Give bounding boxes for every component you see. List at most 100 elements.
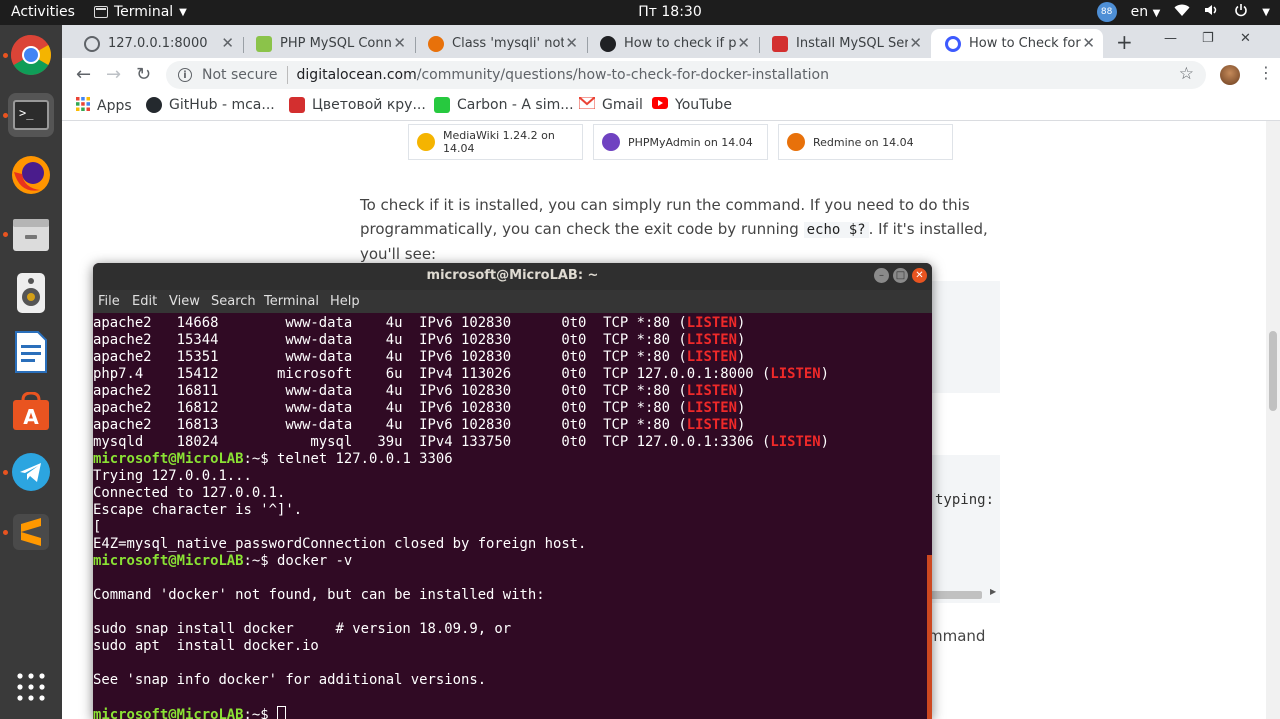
star-icon[interactable]: ☆ (1179, 64, 1194, 84)
software-icon[interactable]: A (9, 390, 53, 434)
terminal-menubar: File Edit View Search Terminal Help (93, 290, 932, 313)
files-icon[interactable] (9, 212, 53, 256)
chrome-icon[interactable] (9, 33, 53, 77)
wifi-icon[interactable] (1174, 3, 1190, 21)
scrollbar-thumb[interactable] (1269, 331, 1277, 411)
running-indicator (3, 113, 8, 118)
article-paragraph: To check if it is installed, you can sim… (360, 196, 988, 263)
clock[interactable]: Пт 18:30 (0, 4, 1280, 20)
speaker-icon[interactable] (9, 271, 53, 315)
close-icon[interactable]: ✕ (912, 268, 927, 283)
digitalocean-icon (945, 35, 961, 52)
terminal-cursor (277, 706, 286, 719)
inline-code: echo $? (803, 222, 869, 238)
adobe-icon (289, 97, 305, 113)
menu-terminal[interactable]: Terminal (264, 294, 319, 309)
terminal-scrollbar[interactable] (927, 555, 932, 719)
terminal-line: Command 'docker' not found, but can be i… (93, 587, 545, 603)
bookmark-carbon[interactable]: Carbon - A sim... (434, 97, 574, 113)
terminal-icon[interactable]: >_ (8, 93, 54, 137)
terminal-line: See 'snap info docker' for additional ve… (93, 672, 487, 688)
menu-file[interactable]: File (98, 294, 120, 309)
page-scrollbar[interactable] (1266, 121, 1280, 719)
running-indicator (3, 53, 8, 58)
address-bar[interactable]: i Not secure digitalocean.com/community/… (166, 61, 1206, 89)
tab-install-mysql[interactable]: Install MySQL Ser ✕ (758, 29, 930, 58)
sail-icon (602, 133, 620, 151)
chevron-down-icon[interactable]: ▼ (1262, 7, 1270, 18)
tab-php-mysql[interactable]: PHP MySQL Conn ✕ (242, 29, 414, 58)
dock: >_ A (0, 25, 62, 719)
maximize-icon[interactable]: ❐ (1202, 31, 1214, 46)
carbon-icon (434, 97, 450, 113)
stackoverflow-icon (428, 35, 444, 52)
security-label[interactable]: Not secure (202, 67, 278, 83)
apps-grid-icon[interactable] (9, 665, 53, 709)
bookmark-youtube[interactable]: YouTube (652, 97, 732, 113)
terminal-output[interactable]: apache2 14668 www-data 4u IPv6 102830 0t… (93, 315, 932, 719)
globe-icon (84, 35, 100, 52)
terminal-line: mysqld 18024 mysql 39u IPv4 133750 0t0 T… (93, 434, 829, 450)
scroll-right-icon[interactable]: ▶ (990, 587, 996, 596)
tab-how-to-check-docker[interactable]: How to Check for ✕ (931, 29, 1103, 58)
bookmark-github[interactable]: GitHub - mca... (146, 97, 275, 113)
close-window-icon[interactable]: ✕ (1240, 31, 1251, 46)
url-path: /community/questions/how-to-check-for-do… (416, 67, 829, 83)
close-icon[interactable]: ✕ (909, 34, 922, 52)
close-icon[interactable]: ✕ (737, 34, 750, 52)
terminal-window[interactable]: microsoft@MicroLAB: ~ – □ ✕ File Edit Vi… (93, 263, 932, 719)
menu-search[interactable]: Search (211, 294, 256, 309)
power-icon[interactable] (1234, 3, 1248, 21)
bookmark-gmail[interactable]: Gmail (578, 96, 643, 113)
maximize-icon[interactable]: □ (893, 268, 908, 283)
back-icon[interactable]: ← (76, 64, 91, 85)
running-indicator (3, 232, 8, 237)
svg-text:A: A (23, 405, 39, 429)
menu-view[interactable]: View (169, 294, 200, 309)
url-host: digitalocean.com (296, 67, 417, 83)
minimize-icon[interactable]: – (874, 268, 889, 283)
tab-localhost[interactable]: 127.0.0.1:8000 ✕ (70, 29, 242, 58)
close-icon[interactable]: ✕ (1082, 34, 1095, 52)
kebab-menu-icon[interactable]: ⋮ (1258, 63, 1274, 82)
terminal-line: sudo apt install docker.io (93, 638, 319, 654)
close-icon[interactable]: ✕ (221, 34, 234, 52)
related-card-redmine[interactable]: Redmine on 14.04 (778, 124, 953, 160)
avatar[interactable] (1220, 65, 1240, 85)
github-icon (146, 97, 162, 113)
close-icon[interactable]: ✕ (393, 34, 406, 52)
sun-icon (417, 133, 435, 151)
related-card-phpmyadmin[interactable]: PHPMyAdmin on 14.04 (593, 124, 768, 160)
reload-icon[interactable]: ↻ (136, 64, 151, 85)
tab-class-mysqli[interactable]: Class 'mysqli' not ✕ (414, 29, 586, 58)
related-card-mediawiki[interactable]: MediaWiki 1.24.2 on 14.04 (408, 124, 583, 160)
gmail-icon (578, 96, 596, 113)
bookmark-apps[interactable]: Apps (76, 97, 132, 115)
minimize-icon[interactable]: — (1164, 31, 1177, 46)
volume-icon[interactable] (1204, 3, 1220, 21)
code-scroll-thumb[interactable] (930, 591, 982, 599)
divider (286, 66, 288, 84)
update-badge-icon[interactable]: 88 (1096, 2, 1117, 22)
telegram-icon[interactable] (9, 450, 53, 494)
code-fragment: typing: (935, 492, 995, 508)
terminal-line: apache2 15351 www-data 4u IPv6 102830 0t… (93, 349, 746, 365)
language-indicator[interactable]: en ▼ (1131, 4, 1161, 20)
writer-icon[interactable] (9, 330, 53, 374)
terminal-titlebar[interactable]: microsoft@MicroLAB: ~ – □ ✕ (93, 263, 932, 290)
new-tab-button[interactable]: + (1116, 30, 1133, 54)
info-icon[interactable]: i (178, 68, 192, 82)
forward-icon[interactable]: → (106, 64, 121, 85)
terminal-line: apache2 16811 www-data 4u IPv6 102830 0t… (93, 383, 746, 399)
menu-edit[interactable]: Edit (132, 294, 157, 309)
menu-help[interactable]: Help (330, 294, 360, 309)
bookmark-color-wheel[interactable]: Цветовой кру... (289, 97, 426, 113)
firefox-icon[interactable] (9, 153, 53, 197)
terminal-line: sudo snap install docker # version 18.09… (93, 621, 512, 637)
redmine-icon (787, 133, 805, 151)
tab-how-to-check[interactable]: How to check if p ✕ (586, 29, 758, 58)
sublime-icon[interactable] (9, 510, 53, 554)
terminal-prompt-line: microsoft@MicroLAB:~$ (93, 706, 286, 719)
close-icon[interactable]: ✕ (565, 34, 578, 52)
top-bar: Activities Terminal ▼ Пт 18:30 88 en ▼ ▼ (0, 0, 1280, 25)
